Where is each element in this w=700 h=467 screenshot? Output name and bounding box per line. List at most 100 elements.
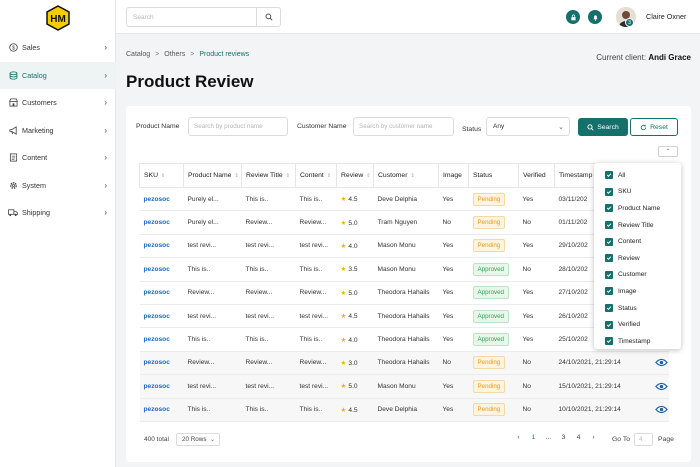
sku-link[interactable]: pezosoc — [139, 210, 184, 235]
column-option-status[interactable]: Status — [594, 300, 681, 317]
column-option-review[interactable]: Review — [594, 250, 681, 267]
view-icon[interactable] — [650, 398, 672, 421]
svg-text:$: $ — [12, 46, 15, 52]
sidebar-item-catalog[interactable]: Catalog › — [0, 61, 116, 89]
product-name-input[interactable] — [188, 117, 288, 136]
sort-icon[interactable]: ⇕ — [161, 173, 165, 179]
sku-link[interactable]: pezosoc — [139, 351, 184, 376]
image-cell: No — [438, 351, 469, 376]
prev-page-icon[interactable]: ‹ — [513, 434, 524, 441]
breadcrumb-others[interactable]: Others — [164, 51, 185, 58]
view-icon[interactable] — [650, 374, 672, 397]
sku-link[interactable]: pezosoc — [139, 187, 184, 212]
table-row[interactable]: pezosoc Purely el... Review... Review... ★ 5.… — [139, 210, 669, 235]
column-header-image[interactable]: Image — [438, 163, 469, 188]
column-option-content[interactable]: Content — [594, 233, 681, 250]
next-page-icon[interactable]: › — [588, 434, 599, 441]
sku-link[interactable]: pezosoc — [139, 281, 184, 305]
customer-name-input[interactable] — [353, 117, 454, 136]
table-row[interactable]: pezosoc Purely el... This is.. This is.. ★ 4.… — [139, 187, 669, 212]
sidebar-item-marketing[interactable]: Marketing › — [0, 117, 116, 145]
page-3[interactable]: 3 — [558, 434, 569, 441]
checkbox-checked-icon[interactable] — [605, 287, 613, 296]
checkbox-checked-icon[interactable] — [605, 187, 613, 196]
sidebar-item-shipping[interactable]: Shipping › — [0, 199, 116, 227]
status-cell: Pending — [468, 351, 519, 376]
column-option-image[interactable]: Image — [594, 283, 681, 300]
table-row[interactable]: pezosoc Review... Review... Review... ★ 5.0 Th… — [139, 281, 669, 305]
sort-icon[interactable]: ⇕ — [366, 173, 370, 179]
sidebar-item-customers[interactable]: Customers › — [0, 89, 116, 117]
refresh-icon — [640, 124, 647, 130]
column-header-label: Verified — [523, 172, 546, 179]
sku-link[interactable]: pezosoc — [139, 257, 184, 282]
lock-icon[interactable] — [566, 10, 580, 24]
page-ellipsis[interactable]: ... — [543, 434, 554, 441]
chevron-right-icon: › — [104, 98, 107, 108]
status-badge: Pending — [472, 356, 506, 370]
search-icon[interactable] — [256, 8, 280, 26]
reset-button[interactable]: Reset — [630, 118, 678, 136]
column-header-review[interactable]: Review ⇕ — [336, 163, 374, 188]
star-icon: ★ — [340, 336, 347, 344]
column-option-timestamp[interactable]: Timestamp — [594, 333, 681, 350]
table-row[interactable]: pezosoc test revi... test revi... test revi… — [139, 374, 669, 399]
checkbox-checked-icon[interactable] — [605, 171, 613, 180]
column-settings-toggle[interactable]: ⌃ — [658, 146, 678, 157]
column-header-product-name[interactable]: Product Name ⇕ — [183, 163, 242, 188]
checkbox-checked-icon[interactable] — [605, 221, 613, 230]
table-row[interactable]: pezosoc test revi... test revi... test revi… — [139, 304, 669, 329]
sort-icon[interactable]: ⇕ — [234, 173, 238, 179]
sidebar-item-sales[interactable]: $ Sales › — [0, 34, 116, 62]
sidebar-item-content[interactable]: Content › — [0, 144, 116, 172]
breadcrumb-catalog[interactable]: Catalog — [126, 51, 150, 58]
global-search-input[interactable] — [127, 8, 256, 26]
checkbox-checked-icon[interactable] — [605, 304, 613, 313]
checkbox-checked-icon[interactable] — [605, 270, 613, 279]
checkbox-checked-icon[interactable] — [605, 337, 613, 346]
column-header-sku[interactable]: SKU ⇕ — [139, 163, 184, 188]
table-row[interactable]: pezosoc This is.. This is.. This is.. ★ 4.5 De… — [139, 398, 669, 422]
rating-cell: ★ 3.0 — [336, 351, 374, 376]
sku-link[interactable]: pezosoc — [139, 398, 184, 422]
sort-icon[interactable]: ⇕ — [286, 173, 290, 179]
page-1[interactable]: 1 — [528, 434, 539, 441]
sku-link[interactable]: pezosoc — [139, 374, 184, 399]
column-option-verified[interactable]: Verified — [594, 316, 681, 333]
checkbox-checked-icon[interactable] — [605, 204, 613, 213]
sort-icon[interactable]: ⇕ — [410, 173, 414, 179]
column-option-product-name[interactable]: Product Name — [594, 200, 681, 217]
search-button[interactable]: Search — [578, 118, 628, 136]
column-header-status[interactable]: Status — [468, 163, 519, 188]
column-header-content[interactable]: Content ⇕ — [295, 163, 337, 188]
column-option-review-title[interactable]: Review Title — [594, 217, 681, 234]
sku-link[interactable]: pezosoc — [139, 327, 184, 352]
sku-link[interactable]: pezosoc — [139, 304, 184, 329]
sort-icon[interactable]: ⇕ — [327, 173, 331, 179]
sku-link[interactable]: pezosoc — [139, 234, 184, 259]
column-option-sku[interactable]: SKU — [594, 184, 681, 201]
view-icon[interactable] — [650, 351, 672, 374]
table-row[interactable]: pezosoc This is.. This is.. This is.. ★ 3.5 Ma… — [139, 257, 669, 282]
table-row[interactable]: pezosoc This is.. This is.. This is.. ★ 4.0 Th… — [139, 327, 669, 352]
goto-page-input[interactable] — [634, 433, 653, 446]
table-row[interactable]: pezosoc test revi... test revi... test revi… — [139, 234, 669, 259]
bell-icon[interactable] — [588, 10, 602, 24]
image-cell: Yes — [438, 187, 469, 212]
user-name[interactable]: Claire Oxner — [646, 12, 686, 21]
brand-logo[interactable]: HM — [45, 5, 71, 31]
column-header-verified[interactable]: Verified — [518, 163, 555, 188]
page-4[interactable]: 4 — [573, 434, 584, 441]
table-row[interactable]: pezosoc Review... Review... Review... ★ 3.0 Th… — [139, 351, 669, 376]
checkbox-checked-icon[interactable] — [605, 254, 613, 263]
checkbox-checked-icon[interactable] — [605, 237, 613, 246]
sidebar-item-label: Sales — [22, 43, 40, 53]
checkbox-checked-icon[interactable] — [605, 320, 613, 329]
column-option-customer[interactable]: Customer — [594, 267, 681, 284]
sidebar-item-system[interactable]: System › — [0, 172, 116, 200]
status-select[interactable]: Any ⌄ — [486, 117, 570, 136]
column-header-review-title[interactable]: Review Title ⇕ — [241, 163, 296, 188]
rows-per-page-select[interactable]: 20 Rows ⌄ — [176, 433, 220, 446]
column-option-all[interactable]: All — [594, 167, 681, 184]
column-header-customer[interactable]: Customer ⇕ — [373, 163, 439, 188]
